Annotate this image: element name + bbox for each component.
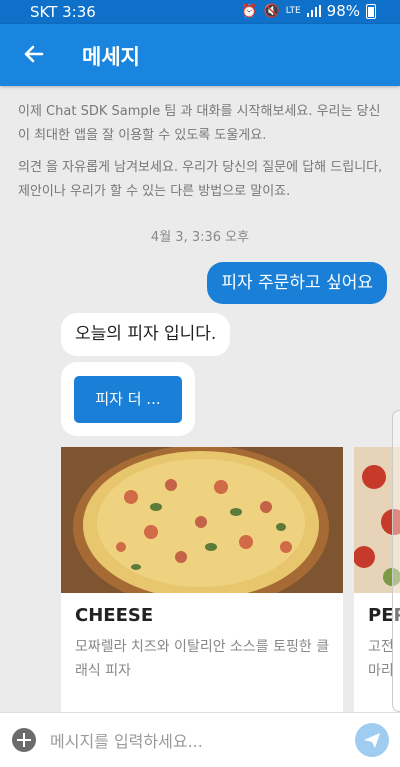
message-input[interactable] bbox=[48, 725, 342, 757]
product-card-cheese[interactable]: CHEESE 모짜렐라 치즈와 이탈리안 소스를 토핑한 클래식 피자 bbox=[61, 447, 343, 712]
pizza-image bbox=[61, 447, 343, 593]
intro-line-1: 이제 Chat SDK Sample 팀 과 대화를 시작해보세요. 우리는 당… bbox=[18, 104, 381, 143]
mute-icon: 🔇 bbox=[263, 3, 280, 19]
arrow-back-icon[interactable] bbox=[18, 39, 48, 69]
user-message-bubble: 피자 주문하고 싶어요 bbox=[207, 262, 387, 304]
product-description: 모짜렐라 치즈와 이탈리안 소스를 토핑한 클래식 피자 bbox=[75, 639, 330, 679]
battery-icon bbox=[366, 3, 376, 19]
lte-icon: LTE bbox=[285, 6, 301, 16]
send-button[interactable] bbox=[355, 723, 389, 757]
status-carrier-time: SKT 3:36 bbox=[30, 3, 96, 21]
plus-circle-icon[interactable] bbox=[12, 728, 36, 752]
bot-action-card: 피자 더 ... bbox=[61, 362, 195, 436]
signal-icon bbox=[306, 5, 321, 17]
message-composer bbox=[0, 712, 400, 767]
intro-text: 이제 Chat SDK Sample 팀 과 대화를 시작해보세요. 우리는 당… bbox=[18, 100, 388, 212]
bot-message-bubble: 오늘의 피자 입니다. bbox=[61, 313, 231, 356]
alarm-icon: ⏰ bbox=[241, 3, 258, 19]
more-pizza-button[interactable]: 피자 더 ... bbox=[74, 376, 182, 423]
battery-percent: 98% bbox=[326, 2, 360, 20]
send-icon bbox=[364, 733, 380, 748]
product-name: CHEESE bbox=[75, 605, 154, 626]
intro-line-2: 의견 을 자유롭게 남겨보세요. 우리가 당신의 질문에 답해 드립니다, 제안… bbox=[18, 160, 383, 199]
message-timestamp: 4월 3, 3:36 오후 bbox=[150, 230, 250, 245]
page-title: 메세지 bbox=[82, 45, 140, 69]
product-carousel[interactable]: CHEESE 모짜렐라 치즈와 이탈리안 소스를 토핑한 클래식 피자 PEP … bbox=[61, 447, 400, 712]
app-bar: 메세지 bbox=[0, 24, 400, 86]
status-bar: SKT 3:36 ⏰ 🔇 LTE 98% bbox=[0, 0, 400, 24]
status-icons: ⏰ 🔇 LTE 98% bbox=[241, 2, 376, 20]
edge-panel-handle[interactable] bbox=[392, 410, 400, 712]
